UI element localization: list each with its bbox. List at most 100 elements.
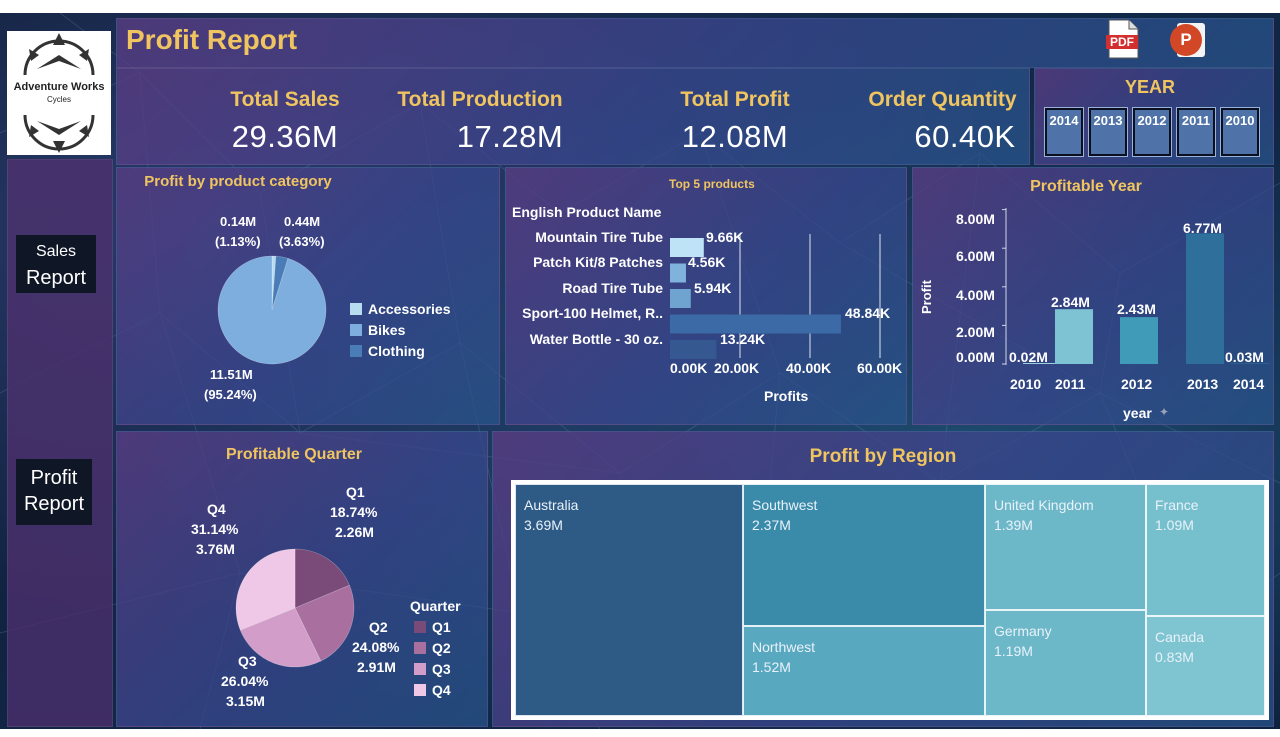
legend-clothing: Clothing (368, 343, 425, 359)
x-axis-year-label: year (1123, 405, 1152, 421)
legend-accessories: Accessories (368, 301, 451, 317)
legend-q2-swatch (414, 642, 426, 654)
region-tile-france[interactable]: France 1.09M (1146, 484, 1265, 616)
legend-q3: Q3 (432, 661, 451, 677)
legend-bikes: Bikes (368, 322, 406, 338)
pdf-export-button[interactable]: PDF (1105, 19, 1141, 59)
region-chart-panel: Profit by Region Australia 3.69M Southwe… (492, 431, 1274, 727)
q4-pct: 31.14% (191, 521, 239, 537)
kpi-label-order-quantity: Order Quantity (868, 88, 1017, 111)
x-tick-20: 20.00K (714, 360, 760, 376)
bar-label-2012: 2.43M (1117, 301, 1156, 317)
ppt-export-button[interactable]: P (1167, 21, 1207, 59)
product-name-mountain-tire-tube: Mountain Tire Tube (535, 229, 663, 245)
legend-q4: Q4 (432, 682, 451, 698)
bar-label-2011: 2.84M (1051, 294, 1090, 310)
product-value-road-tire-tube: 5.94K (694, 280, 732, 296)
q2-value: 2.91M (357, 659, 396, 675)
region-value-southwest: 2.37M (752, 517, 791, 533)
region-value-united-kingdom: 1.39M (994, 517, 1033, 533)
y-axis-label: Profit (919, 280, 934, 314)
product-bar-5[interactable] (670, 340, 717, 359)
year-bar-2011[interactable] (1055, 309, 1093, 364)
y-tick-2: 2.00M (956, 324, 995, 340)
region-treemap: Australia 3.69M Southwest 2.37M Northwes… (511, 480, 1269, 720)
dashboard: Adventure Works Cycles Sales Report Prof… (0, 13, 1280, 729)
quarter-legend-title: Quarter (410, 598, 461, 614)
sales-report-line1: Sales (35, 243, 77, 260)
region-name-northwest: Northwest (752, 639, 816, 655)
product-bar-3[interactable] (670, 289, 691, 308)
company-logo: Adventure Works Cycles (7, 31, 111, 155)
category-slice-bikes[interactable] (217, 255, 327, 365)
top-products-panel: Top 5 products English Product Name Moun… (505, 167, 907, 425)
bar-label-2013: 6.77M (1183, 220, 1222, 236)
y-tick-6: 6.00M (956, 248, 995, 264)
region-value-northwest: 1.52M (752, 659, 791, 675)
year-bar-2012[interactable] (1120, 317, 1158, 364)
sales-report-line2: Report (25, 267, 87, 289)
region-tile-southwest[interactable]: Southwest 2.37M (743, 484, 985, 626)
profit-report-button[interactable]: Profit Report (16, 459, 92, 525)
year-bar-2013[interactable] (1186, 233, 1224, 364)
profit-report-line1: Profit (30, 467, 78, 489)
year-button-2013[interactable]: 2013 (1088, 107, 1128, 157)
legend-q4-swatch (414, 684, 426, 696)
year-button-2010[interactable]: 2010 (1220, 107, 1260, 157)
region-name-australia: Australia (524, 497, 579, 513)
q3-value: 3.15M (226, 693, 265, 709)
region-name-southwest: Southwest (752, 497, 818, 513)
q4-name: Q4 (207, 501, 226, 517)
product-name-water-bottle: Water Bottle - 30 oz. (529, 331, 663, 347)
year-button-2012[interactable]: 2012 (1132, 107, 1172, 157)
region-name-canada: Canada (1155, 629, 1205, 645)
clothing-pct-label: (3.63%) (279, 234, 325, 249)
product-value-mountain-tire-tube: 9.66K (706, 229, 744, 245)
q1-value: 2.26M (335, 524, 374, 540)
region-chart-title: Profit by Region (809, 446, 957, 467)
page-title: Profit Report (126, 24, 298, 55)
category-pie (217, 255, 327, 365)
y-tick-8: 8.00M (956, 211, 995, 227)
region-tile-northwest[interactable]: Northwest 1.52M (743, 626, 985, 716)
region-tile-germany[interactable]: Germany 1.19M (985, 610, 1146, 716)
kpi-value-total-production: 17.28M (456, 119, 564, 154)
region-value-canada: 0.83M (1155, 649, 1194, 665)
region-name-germany: Germany (994, 623, 1052, 639)
x-tick-60: 60.00K (857, 360, 903, 376)
pdf-label: PDF (1110, 35, 1134, 49)
x-tick-2011: 2011 (1055, 376, 1086, 392)
product-name-patch-kit: Patch Kit/8 Patches (533, 254, 663, 270)
legend-q2: Q2 (432, 640, 451, 656)
kpi-value-total-sales: 29.36M (231, 119, 339, 154)
product-value-patch-kit: 4.56K (688, 254, 726, 270)
region-tile-united-kingdom[interactable]: United Kingdom 1.39M (985, 484, 1146, 610)
q1-name: Q1 (346, 484, 365, 500)
product-value-sport-helmet: 48.84K (845, 305, 891, 321)
x-tick-2013: 2013 (1187, 376, 1219, 392)
profit-report-line2: Report (23, 493, 85, 515)
pin-icon[interactable]: ✦ (1159, 405, 1169, 419)
x-tick-40: 40.00K (786, 360, 832, 376)
region-value-france: 1.09M (1155, 517, 1194, 533)
kpi-label-total-profit: Total Profit (680, 88, 790, 111)
logo-subtext: Cycles (46, 95, 71, 104)
year-button-2011[interactable]: 2011 (1176, 107, 1216, 157)
region-name-united-kingdom: United Kingdom (994, 497, 1094, 513)
region-tile-australia[interactable]: Australia 3.69M (515, 484, 743, 716)
year-button-2014[interactable]: 2014 (1044, 107, 1084, 157)
quarter-chart-panel: Profitable Quarter Q4 31.14% 3.76M Q1 18… (116, 431, 488, 727)
accessories-value-label: 0.14M (220, 214, 257, 229)
bar-label-2010: 0.02M (1009, 349, 1048, 365)
top-products-chart (670, 234, 881, 359)
legend-bikes-swatch (350, 324, 362, 336)
region-tile-canada[interactable]: Canada 0.83M (1146, 616, 1265, 716)
product-bar-2[interactable] (670, 263, 686, 283)
x-tick-2014: 2014 (1233, 376, 1265, 392)
x-axis-label: Profits (764, 388, 809, 404)
category-chart-panel: Profit by product category 0.14M (1.13%)… (116, 167, 500, 425)
logo-text: Adventure Works (13, 81, 105, 93)
sales-report-button[interactable]: Sales Report (16, 235, 96, 293)
legend-q3-swatch (414, 663, 426, 675)
legend-accessories-swatch (350, 303, 362, 315)
